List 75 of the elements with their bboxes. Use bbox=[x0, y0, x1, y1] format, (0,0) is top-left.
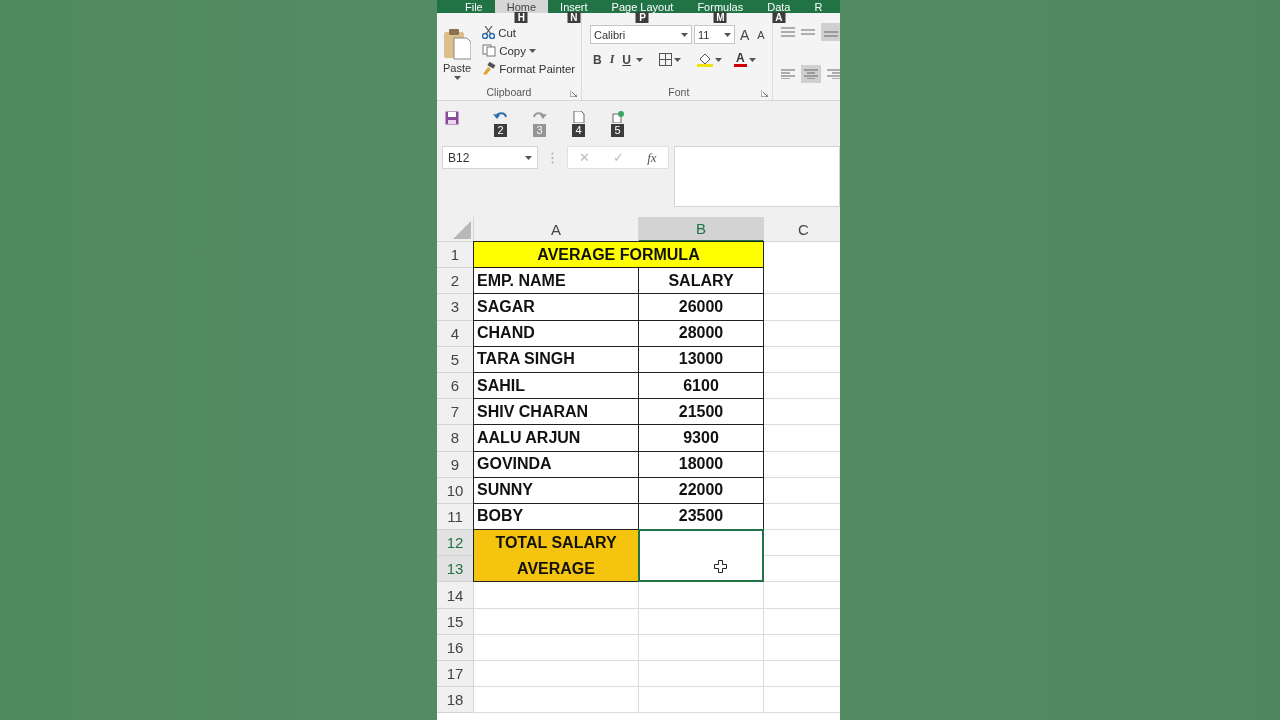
font-size-field[interactable]: 11 bbox=[694, 25, 735, 44]
ribbon-tab[interactable]: Page Layout bbox=[599, 0, 686, 13]
caret-icon[interactable] bbox=[674, 57, 681, 62]
keytip: H bbox=[514, 12, 528, 23]
row-header[interactable]: 3 bbox=[437, 294, 474, 321]
keytip: 2 bbox=[494, 124, 507, 137]
check-icon[interactable] bbox=[610, 111, 625, 123]
format-painter-button[interactable]: Format Painter bbox=[480, 61, 578, 76]
paste-button[interactable]: Paste bbox=[441, 27, 474, 81]
shrink-font-button[interactable]: A bbox=[754, 27, 768, 42]
group-label: Font bbox=[668, 86, 690, 98]
column-header[interactable]: C bbox=[764, 217, 840, 242]
row-header[interactable]: 2 bbox=[437, 268, 474, 295]
keytip: A bbox=[772, 12, 786, 23]
title-cell: AVERAGE FORMULA bbox=[473, 241, 764, 269]
grow-font-button[interactable]: A bbox=[737, 25, 753, 44]
ribbon-tab[interactable]: Insert bbox=[548, 0, 600, 13]
brush-icon bbox=[482, 62, 497, 75]
italic-button[interactable]: I bbox=[606, 51, 618, 68]
row-header[interactable]: 15 bbox=[437, 608, 474, 635]
keytip: N bbox=[567, 12, 581, 23]
scissors-icon bbox=[482, 26, 496, 39]
row-header[interactable]: 14 bbox=[437, 582, 474, 609]
caret-icon[interactable] bbox=[529, 48, 536, 53]
column-header[interactable]: A bbox=[474, 217, 639, 242]
ribbon-tab[interactable]: File bbox=[453, 0, 495, 13]
caret-icon[interactable] bbox=[525, 155, 532, 160]
copy-icon bbox=[482, 44, 497, 57]
cursor-icon bbox=[714, 560, 727, 574]
ribbon-tab[interactable]: Formulas bbox=[685, 0, 756, 13]
row-header[interactable]: 12 bbox=[437, 530, 474, 557]
row-header[interactable]: 13 bbox=[437, 556, 474, 583]
copy-button[interactable]: Copy bbox=[480, 43, 578, 58]
document-icon[interactable] bbox=[571, 111, 586, 123]
row-header[interactable]: 17 bbox=[437, 661, 474, 688]
font-color-button[interactable]: A bbox=[734, 52, 747, 67]
keytip: M bbox=[713, 12, 727, 23]
caret-icon[interactable] bbox=[681, 32, 688, 37]
formula-input[interactable] bbox=[674, 146, 840, 207]
keytip: 3 bbox=[533, 124, 546, 137]
fill-color-icon[interactable] bbox=[697, 52, 713, 67]
row-header[interactable]: 7 bbox=[437, 399, 474, 426]
ribbon-tab[interactable]: Data bbox=[755, 0, 803, 13]
row-header[interactable]: 16 bbox=[437, 634, 474, 661]
insert-function-button[interactable]: fx bbox=[647, 149, 657, 166]
caret-icon[interactable] bbox=[748, 57, 756, 62]
caret-icon[interactable] bbox=[715, 57, 722, 62]
bottom-align-icon[interactable] bbox=[820, 23, 840, 41]
row-header[interactable]: 8 bbox=[437, 425, 474, 452]
caret-icon[interactable] bbox=[453, 76, 461, 80]
group-label: Clipboard bbox=[486, 86, 532, 98]
keytip: 5 bbox=[611, 124, 624, 137]
underline-button[interactable]: U bbox=[619, 51, 634, 68]
font-name-field[interactable]: Calibri bbox=[590, 25, 692, 44]
grip-icon bbox=[551, 152, 554, 164]
name-box[interactable]: B12 bbox=[442, 146, 538, 169]
selected-cell[interactable] bbox=[638, 529, 764, 583]
keytip: P bbox=[636, 12, 649, 23]
save-icon[interactable] bbox=[445, 111, 459, 125]
total-label-cell: TOTAL SALARY AVERAGE bbox=[473, 529, 639, 583]
bold-button[interactable]: B bbox=[590, 51, 605, 68]
caret-icon[interactable] bbox=[636, 57, 643, 62]
column-header[interactable]: B bbox=[639, 217, 764, 242]
dialog-launcher-icon[interactable] bbox=[760, 90, 768, 97]
align-center-icon[interactable] bbox=[800, 65, 821, 83]
keytip: 4 bbox=[572, 124, 585, 137]
clipboard-icon bbox=[443, 28, 472, 60]
ribbon-tab[interactable]: R bbox=[802, 0, 835, 13]
row-header[interactable]: 1 bbox=[437, 242, 474, 269]
ribbon-tab[interactable]: Home bbox=[494, 0, 549, 13]
borders-icon[interactable] bbox=[659, 53, 672, 66]
cut-button[interactable]: Cut bbox=[480, 25, 578, 40]
dialog-launcher-icon[interactable] bbox=[570, 90, 577, 97]
row-header[interactable]: 18 bbox=[437, 687, 474, 714]
caret-icon[interactable] bbox=[724, 32, 731, 37]
